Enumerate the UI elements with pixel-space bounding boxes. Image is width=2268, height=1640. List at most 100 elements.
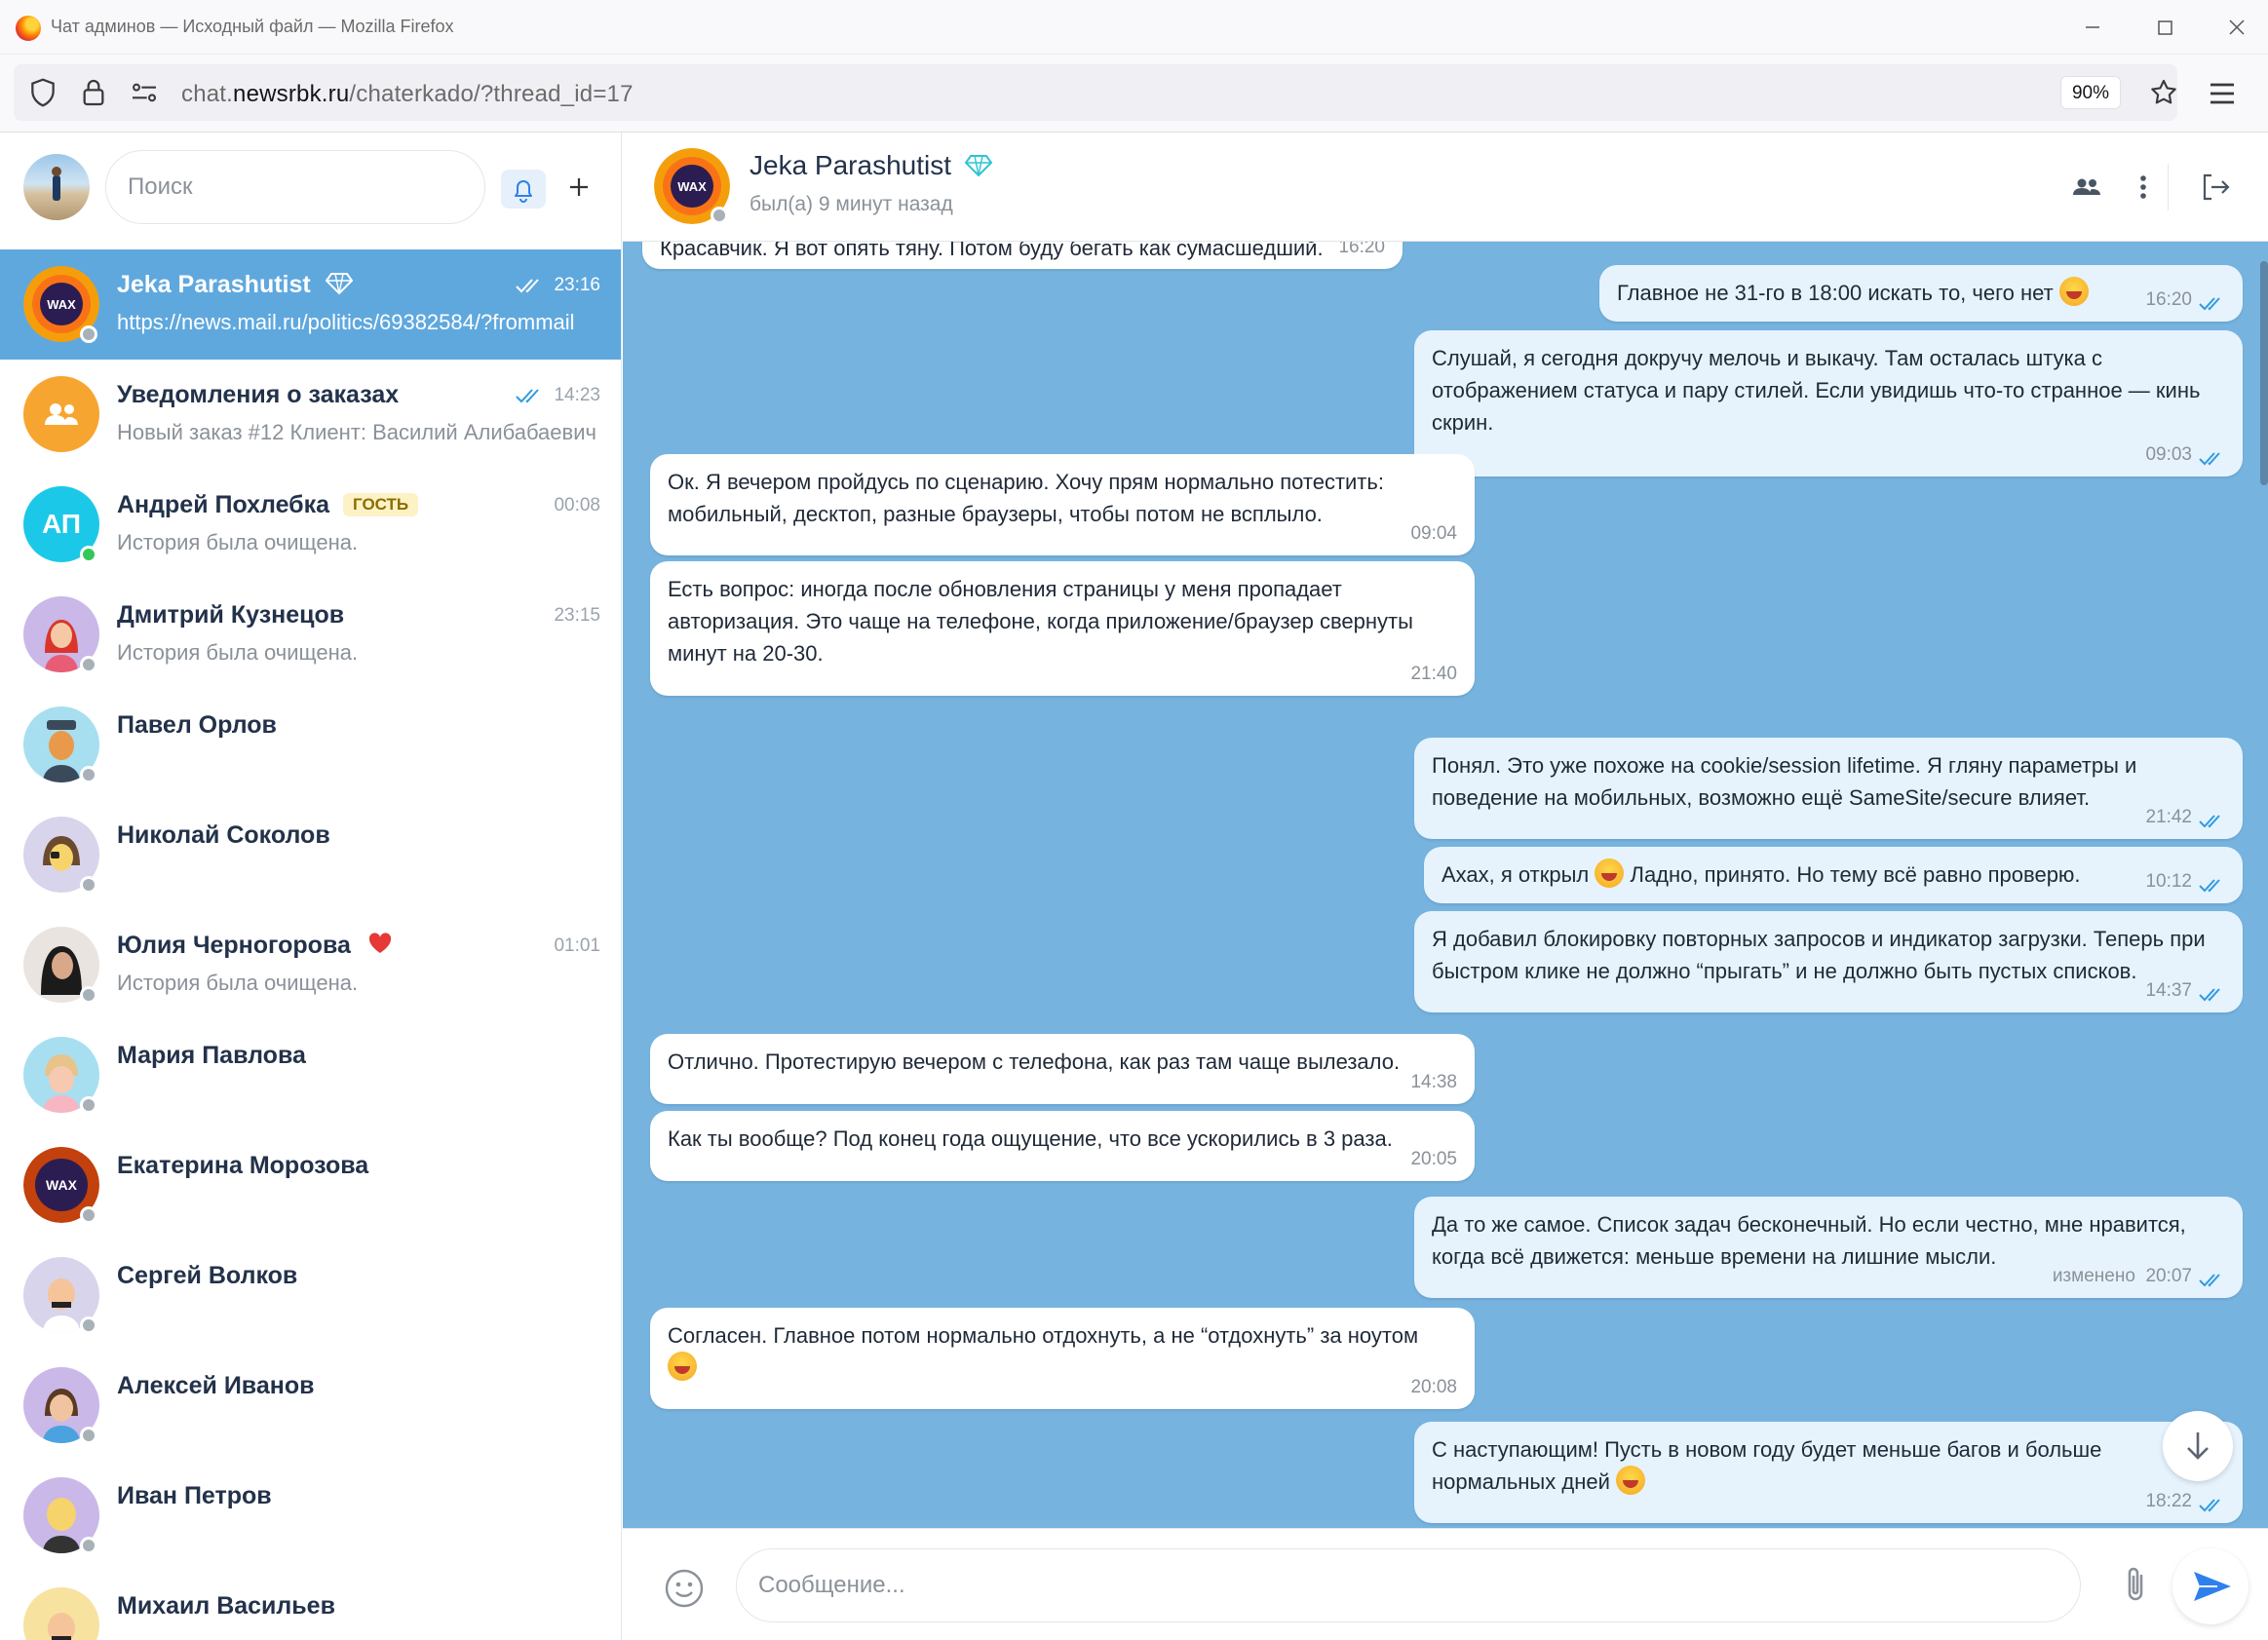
diamond-icon bbox=[325, 273, 353, 295]
chat-name: Jeka Parashutist bbox=[117, 271, 353, 299]
chat-list-item[interactable]: Юлия Черногорова История была очищена. 0… bbox=[0, 910, 621, 1020]
message-outgoing[interactable]: Главное не 31-го в 18:00 искать то, чего… bbox=[1599, 265, 2243, 322]
members-icon[interactable] bbox=[2067, 168, 2106, 207]
status-dot bbox=[80, 986, 97, 1004]
chat-name: Николай Соколов bbox=[117, 821, 330, 849]
chat-list-item[interactable]: WAX Екатерина Морозова bbox=[0, 1130, 621, 1240]
minimize-button[interactable] bbox=[2068, 8, 2117, 47]
chat-header: WAX Jeka Parashutist был(а) 9 минут наза… bbox=[623, 133, 2268, 242]
message-incoming[interactable]: Красавчик. Я вот опять тяну. Потом буду … bbox=[642, 242, 1403, 269]
send-button[interactable] bbox=[2172, 1548, 2249, 1624]
chat-list-item[interactable]: WAX Jeka Parashutist https://news.mail.r… bbox=[0, 249, 621, 360]
plus-icon bbox=[570, 178, 588, 196]
chat-time: 23:15 bbox=[554, 605, 600, 626]
url-path: /chaterkado/?thread_id=17 bbox=[349, 81, 634, 107]
chat-preview: Новый заказ #12 Клиент: Василий Алибабае… bbox=[117, 420, 596, 444]
chat-name: Юлия Черногорова bbox=[117, 932, 393, 960]
message-incoming[interactable]: Согласен. Главное потом нормально отдохн… bbox=[650, 1308, 1475, 1409]
message-time: 10:12 bbox=[2145, 871, 2192, 892]
scrollbar[interactable] bbox=[2260, 261, 2268, 485]
paperclip-icon bbox=[2128, 1567, 2143, 1601]
chat-name: Алексей Иванов bbox=[117, 1372, 315, 1399]
maximize-button[interactable] bbox=[2140, 8, 2189, 47]
message-time: 14:37 bbox=[2145, 980, 2192, 1001]
my-avatar[interactable] bbox=[23, 154, 90, 220]
heart-icon bbox=[368, 933, 391, 953]
chat-list-item[interactable]: Иван Петров bbox=[0, 1461, 621, 1571]
shield-icon[interactable] bbox=[27, 77, 58, 108]
double-check-icon bbox=[516, 279, 539, 293]
chat-list-item[interactable]: АП Андрей Похлебка ГОСТЬ История была очи… bbox=[0, 470, 621, 580]
grinning-emoji-icon bbox=[1616, 1466, 1645, 1495]
status-dot bbox=[80, 325, 97, 343]
chat-time: 01:01 bbox=[554, 935, 600, 956]
firefox-icon bbox=[16, 16, 41, 41]
lock-icon[interactable] bbox=[78, 77, 109, 108]
chat-list-item[interactable]: Николай Соколов bbox=[0, 800, 621, 910]
double-check-icon bbox=[2199, 879, 2220, 893]
chat-time: 23:16 bbox=[554, 275, 600, 295]
message-incoming[interactable]: Есть вопрос: иногда после обновления стр… bbox=[650, 561, 1475, 696]
status-dot bbox=[80, 766, 97, 783]
message-time: 09:04 bbox=[1410, 523, 1457, 544]
avatar bbox=[23, 1587, 99, 1640]
chat-list-item[interactable]: Дмитрий Кузнецов История была очищена. 2… bbox=[0, 580, 621, 690]
app-menu-icon[interactable] bbox=[2205, 76, 2240, 111]
message-input[interactable]: Сообщение... bbox=[736, 1548, 2081, 1622]
status-dot bbox=[80, 1316, 97, 1334]
notifications-bell-button[interactable] bbox=[501, 170, 546, 209]
svg-text:WAX: WAX bbox=[677, 179, 707, 194]
more-options-icon[interactable] bbox=[2124, 168, 2163, 207]
chat-name: Екатерина Морозова bbox=[117, 1152, 369, 1179]
message-outgoing[interactable]: Понял. Это уже похоже на cookie/session … bbox=[1414, 738, 2243, 839]
bookmark-star-icon[interactable] bbox=[2148, 77, 2179, 108]
chat-list-item[interactable]: Уведомления о заказах Новый заказ #12 Кл… bbox=[0, 360, 621, 470]
double-check-icon bbox=[2199, 452, 2220, 466]
message-outgoing[interactable]: Да то же самое. Список задач бесконечный… bbox=[1414, 1197, 2243, 1298]
grinning-emoji-icon bbox=[2058, 277, 2089, 306]
search-input[interactable]: Поиск bbox=[105, 150, 485, 224]
double-check-icon bbox=[2199, 297, 2220, 311]
message-outgoing[interactable]: С наступающим! Пусть в новом году будет … bbox=[1414, 1422, 2243, 1523]
chat-list-item[interactable]: Мария Павлова bbox=[0, 1020, 621, 1130]
emoji-picker-button[interactable] bbox=[662, 1566, 707, 1611]
url-text[interactable]: chat.newsrbk.ru/chaterkado/?thread_id=17 bbox=[181, 81, 634, 108]
chat-preview: История была очищена. bbox=[117, 640, 359, 665]
message-outgoing[interactable]: Я добавил блокировку повторных запросов … bbox=[1414, 911, 2243, 1012]
chat-list-item[interactable]: Павел Орлов bbox=[0, 690, 621, 800]
zoom-badge[interactable]: 90% bbox=[2060, 76, 2121, 109]
status-dot bbox=[80, 876, 97, 894]
message-time: изменено 20:07 bbox=[2052, 1266, 2192, 1286]
site-permissions-icon[interactable] bbox=[129, 77, 160, 108]
double-check-icon bbox=[2199, 815, 2220, 828]
chat-name: Мария Павлова bbox=[117, 1042, 306, 1069]
message-time: 16:20 bbox=[2145, 289, 2192, 310]
attach-button[interactable] bbox=[2114, 1562, 2157, 1609]
chat-list-item[interactable]: Алексей Иванов bbox=[0, 1351, 621, 1461]
chat-name: Павел Орлов bbox=[117, 711, 277, 739]
smile-icon bbox=[665, 1569, 704, 1608]
chat-list-item[interactable]: Сергей Волков bbox=[0, 1240, 621, 1351]
status-dot bbox=[80, 1427, 97, 1444]
message-outgoing[interactable]: Слушай, я сегодня докручу мелочь и выкач… bbox=[1414, 330, 2243, 477]
scroll-to-bottom-button[interactable] bbox=[2163, 1411, 2233, 1481]
new-chat-button[interactable] bbox=[559, 168, 598, 207]
message-time: 09:03 bbox=[2145, 444, 2192, 465]
message-incoming[interactable]: Ок. Я вечером пройдусь по сценарию. Хочу… bbox=[650, 454, 1475, 555]
chat-name: Михаил Васильев bbox=[117, 1592, 335, 1620]
close-window-button[interactable] bbox=[2212, 8, 2261, 47]
chat-name: Иван Петров bbox=[117, 1482, 272, 1509]
send-icon bbox=[2194, 1572, 2231, 1601]
message-incoming[interactable]: Отлично. Протестирую вечером с телефона,… bbox=[650, 1034, 1475, 1104]
chat-preview: История была очищена. bbox=[117, 530, 359, 554]
address-bar[interactable]: chat.newsrbk.ru/chaterkado/?thread_id=17… bbox=[14, 64, 2177, 121]
message-time: 14:38 bbox=[1410, 1072, 1457, 1092]
status-dot bbox=[80, 656, 97, 673]
logout-icon[interactable] bbox=[2196, 168, 2235, 207]
double-check-icon bbox=[2199, 1499, 2220, 1512]
message-outgoing[interactable]: Ахах, я открыл Ладно, принято. Но тему в… bbox=[1424, 847, 2243, 903]
chat-list-item[interactable]: Михаил Васильев bbox=[0, 1571, 621, 1640]
messages-area[interactable]: Красавчик. Я вот опять тяну. Потом буду … bbox=[623, 242, 2268, 1528]
message-incoming[interactable]: Как ты вообще? Под конец года ощущение, … bbox=[650, 1111, 1475, 1181]
bell-icon bbox=[515, 180, 532, 203]
